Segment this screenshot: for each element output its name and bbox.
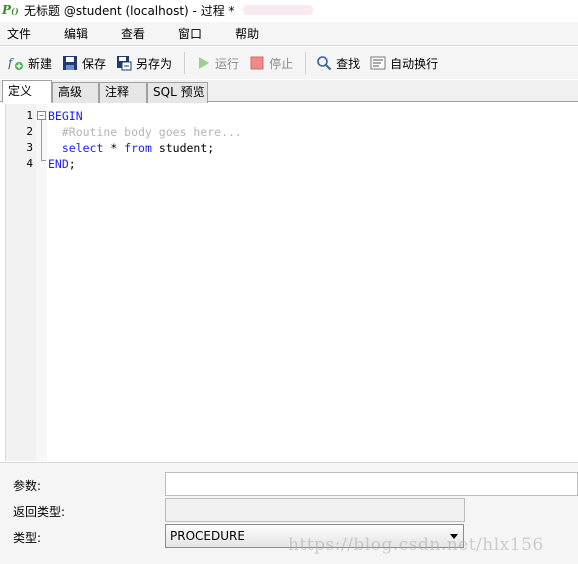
fold-guide-end xyxy=(41,160,46,161)
code-line-2: #Routine body goes here... xyxy=(48,124,242,140)
find-label: 查找 xyxy=(336,56,361,71)
line-number-gutter: 1 2 3 4 xyxy=(6,104,36,461)
word-wrap-icon xyxy=(370,55,386,71)
stop-button[interactable]: 停止 xyxy=(245,50,297,76)
find-button[interactable]: 查找 xyxy=(312,50,364,76)
tab-definition[interactable]: 定义 xyxy=(2,80,52,103)
stop-icon xyxy=(249,55,265,71)
routine-properties-panel: 参数: 返回类型: 类型: PROCEDURE https://blog.csd… xyxy=(0,462,578,564)
window-title: 无标题 @student (localhost) - 过程 * xyxy=(24,3,235,18)
tab-comment[interactable]: 注释 xyxy=(99,82,147,103)
save-as-label: 另存为 xyxy=(136,56,173,71)
stop-label: 停止 xyxy=(269,56,294,71)
line-number: 3 xyxy=(26,141,33,154)
code-line-1: BEGIN xyxy=(48,108,83,124)
save-label: 保存 xyxy=(82,56,107,71)
new-function-icon: f xyxy=(8,55,24,71)
svg-text:f: f xyxy=(8,56,15,70)
tab-advanced[interactable]: 高级 xyxy=(52,82,99,103)
comment: #Routine body goes here... xyxy=(48,125,242,139)
params-label: 参数: xyxy=(13,479,42,493)
fold-column: − xyxy=(36,104,47,461)
toolbar-separator xyxy=(184,52,186,74)
run-button[interactable]: 运行 xyxy=(191,50,243,76)
run-play-icon xyxy=(195,55,211,71)
menu-edit[interactable]: 编辑 xyxy=(57,22,88,46)
return-type-label: 返回类型: xyxy=(13,505,66,519)
title-bar: P() 无标题 @student (localhost) - 过程 * xyxy=(0,0,578,20)
return-type-field xyxy=(165,498,465,522)
word-wrap-label: 自动换行 xyxy=(390,56,439,71)
save-icon xyxy=(62,55,78,71)
search-icon xyxy=(316,55,332,71)
keyword: select xyxy=(61,141,104,155)
keyword: END xyxy=(48,157,69,171)
tab-bar: 定义 高级 注释 SQL 预览 xyxy=(0,80,578,103)
code-text: student; xyxy=(151,141,215,155)
menu-window[interactable]: 窗口 xyxy=(171,22,202,46)
navicat-procedure-icon: P() xyxy=(2,3,19,17)
menu-view[interactable]: 查看 xyxy=(114,22,145,46)
fold-guide-line xyxy=(41,120,42,161)
code-text: * xyxy=(103,141,125,155)
type-label: 类型: xyxy=(13,531,42,545)
toolbar-separator xyxy=(305,52,307,74)
code-editor[interactable]: 1 2 3 4 − BEGIN #Routine body goes here.… xyxy=(5,104,578,461)
menu-help[interactable]: 帮助 xyxy=(228,22,259,46)
line-number: 2 xyxy=(26,125,33,138)
save-as-icon xyxy=(116,55,132,71)
type-select-value: PROCEDURE xyxy=(170,529,245,543)
blurred-title-area xyxy=(242,5,313,15)
code-text: ; xyxy=(68,157,76,171)
keyword: from xyxy=(124,141,152,155)
new-label: 新建 xyxy=(28,56,53,71)
collapse-fold-icon[interactable]: − xyxy=(37,111,46,120)
code-line-4: END; xyxy=(48,156,76,172)
keyword: BEGIN xyxy=(48,109,83,123)
new-button[interactable]: f 新建 xyxy=(4,50,56,76)
menu-file[interactable]: 文件 xyxy=(0,22,31,46)
line-number: 1 xyxy=(26,109,33,122)
menu-bar: 文件 编辑 查看 窗口 帮助 xyxy=(0,22,578,46)
line-number: 4 xyxy=(26,157,33,170)
watermark: https://blog.csdn.net/hlx156 xyxy=(288,535,544,555)
run-label: 运行 xyxy=(215,56,240,71)
save-as-button[interactable]: 另存为 xyxy=(112,50,176,76)
save-button[interactable]: 保存 xyxy=(58,50,110,76)
code-line-3: select * from student; xyxy=(48,140,214,156)
tab-sql-preview[interactable]: SQL 预览 xyxy=(147,82,208,103)
word-wrap-button[interactable]: 自动换行 xyxy=(366,50,442,76)
params-input[interactable] xyxy=(165,472,578,496)
toolbar: f 新建 保存 另存为 运行 停止 查找 自动换行 xyxy=(0,47,578,79)
